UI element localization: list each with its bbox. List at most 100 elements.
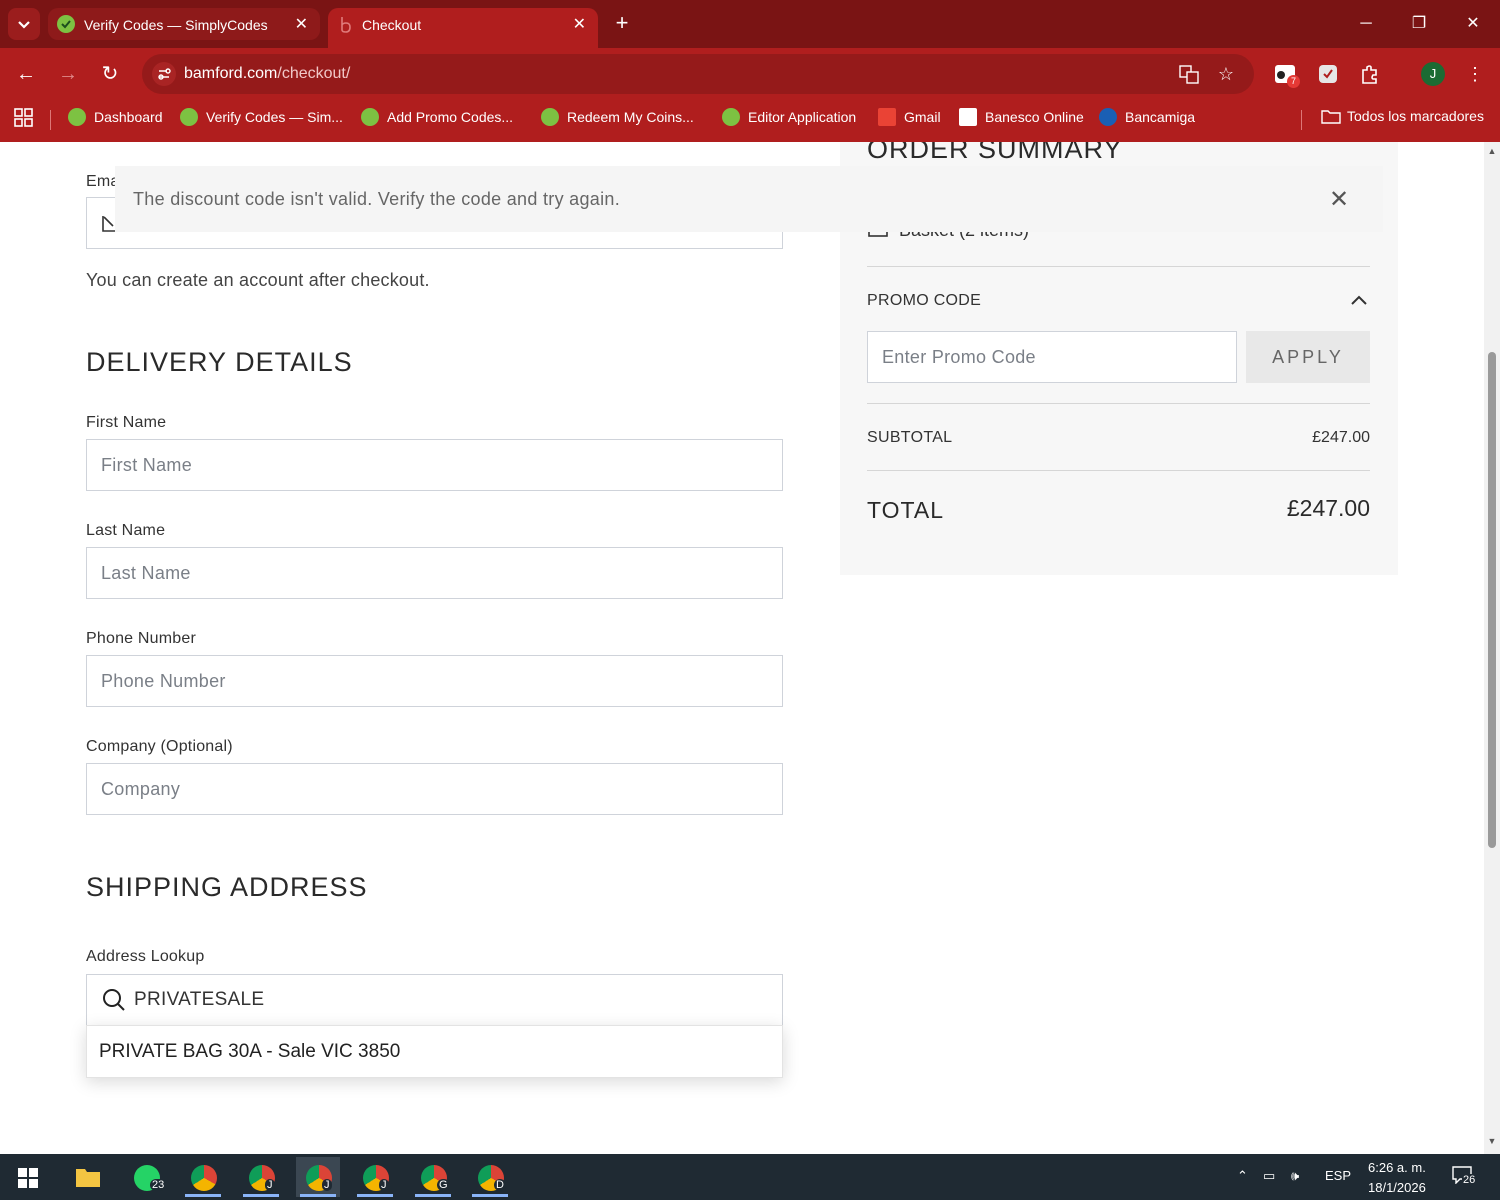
divider (867, 403, 1370, 404)
bookmark-editor-application[interactable]: Editor Application (722, 108, 856, 128)
apps-grid-icon[interactable] (14, 108, 34, 128)
simplycodes-favicon-icon (541, 108, 559, 126)
bookmark-banesco[interactable]: Banesco Online (959, 108, 1084, 128)
tray-chevron-up-icon[interactable]: ⌃ (1237, 1168, 1248, 1184)
delivery-heading: DELIVERY DETAILS (86, 347, 353, 377)
volume-icon[interactable]: 🕪 (1291, 1168, 1299, 1184)
chrome-profile-g-taskbar-button[interactable]: G (411, 1157, 455, 1197)
promo-code-label: PROMO CODE (867, 292, 982, 309)
first-name-label: First Name (86, 414, 167, 431)
close-tab-icon[interactable]: ✕ (295, 14, 308, 34)
phone-field[interactable]: Phone Number (86, 655, 783, 707)
address-lookup-label: Address Lookup (86, 948, 205, 965)
address-bar[interactable]: bamford.com/checkout/ ☆ (142, 54, 1254, 94)
new-tab-button[interactable]: + (610, 12, 634, 36)
bookmark-redeem-coins[interactable]: Redeem My Coins... (541, 108, 694, 128)
whatsapp-taskbar-button[interactable]: 23 (124, 1157, 168, 1197)
bookmark-add-promo-codes[interactable]: Add Promo Codes... (361, 108, 513, 128)
total-value: £247.00 (1286, 495, 1370, 521)
page-scrollbar[interactable]: ▲ ▼ (1484, 142, 1500, 1154)
site-settings-icon[interactable] (152, 62, 176, 86)
extensions-puzzle-icon[interactable] (1358, 62, 1382, 86)
notification-center-icon[interactable]: 26 (1452, 1166, 1482, 1190)
input-language[interactable]: ESP (1325, 1168, 1351, 1183)
scrollbar-thumb[interactable] (1488, 352, 1496, 848)
close-tab-icon[interactable]: ✕ (573, 14, 586, 34)
more-menu-icon[interactable]: ⋮ (1463, 62, 1487, 86)
bookmark-bancamiga[interactable]: Bancamiga (1099, 108, 1195, 128)
file-explorer-taskbar-button[interactable] (66, 1157, 110, 1197)
order-summary-title: ORDER SUMMARY (867, 142, 1123, 164)
account-note: You can create an account after checkout… (86, 270, 430, 290)
gmail-icon (878, 108, 896, 126)
subtotal-value: £247.00 (1312, 429, 1370, 446)
scroll-down-icon[interactable]: ▼ (1487, 1136, 1497, 1146)
folder-icon (1321, 110, 1341, 124)
tab-verify-codes[interactable]: Verify Codes — SimplyCodes ✕ (48, 8, 320, 40)
clock-time: 6:26 a. m. (1368, 1160, 1426, 1175)
simplycodes-favicon-icon (722, 108, 740, 126)
close-window-icon[interactable]: ✕ (1459, 10, 1487, 38)
translate-icon[interactable] (1178, 63, 1200, 85)
bookmark-dashboard[interactable]: Dashboard (68, 108, 163, 128)
first-name-field[interactable]: First Name (86, 439, 783, 491)
apply-button[interactable]: APPLY (1246, 331, 1370, 383)
bookmark-star-icon[interactable]: ☆ (1215, 63, 1237, 85)
company-field[interactable]: Company (86, 763, 783, 815)
last-name-field[interactable]: Last Name (86, 547, 783, 599)
clock-date: 18/1/2026 (1368, 1180, 1426, 1195)
error-toast: The discount code isn't valid. Verify th… (115, 166, 1383, 232)
shipping-heading: SHIPPING ADDRESS (86, 872, 368, 902)
running-indicator (185, 1194, 221, 1197)
simplycodes-favicon-icon (68, 108, 86, 126)
chrome-taskbar-button[interactable] (181, 1157, 225, 1197)
system-clock[interactable]: 6:26 a. m. 18/1/2026 (1368, 1158, 1426, 1198)
chevron-up-icon[interactable] (1350, 294, 1368, 306)
chevron-down-icon (18, 21, 30, 29)
chrome-profile-j2-taskbar-button[interactable]: J (353, 1157, 397, 1197)
simplycodes-extension-icon[interactable] (1316, 62, 1340, 86)
checkout-page: Ema You can create an account after chec… (0, 142, 1484, 1154)
chrome-profile-d-taskbar-button[interactable]: D (468, 1157, 512, 1197)
bookmark-separator (50, 110, 51, 130)
bookmarks-bar: Dashboard Verify Codes — Sim... Add Prom… (0, 100, 1500, 142)
minimize-icon[interactable]: ─ (1352, 10, 1380, 38)
all-bookmarks-folder[interactable]: Todos los marcadores (1321, 108, 1484, 128)
bamford-favicon-icon (341, 17, 351, 33)
address-lookup-field[interactable]: PRIVATESALE (86, 974, 783, 1026)
promo-code-input[interactable]: Enter Promo Code (867, 331, 1237, 383)
restore-icon[interactable]: ❐ (1405, 10, 1433, 38)
back-arrow-icon[interactable]: ← (12, 60, 40, 88)
address-suggestion-item[interactable]: PRIVATE BAG 30A - Sale VIC 3850 (99, 1041, 400, 1063)
simplycodes-favicon-icon (57, 15, 75, 33)
bookmark-gmail[interactable]: Gmail (878, 108, 941, 128)
running-indicator (243, 1194, 279, 1197)
bookmark-verify-codes[interactable]: Verify Codes — Sim... (180, 108, 343, 128)
reload-icon[interactable]: ↻ (96, 60, 124, 88)
tab-checkout[interactable]: Checkout ✕ (328, 8, 598, 48)
running-indicator (415, 1194, 451, 1197)
bookmark-separator (1301, 110, 1302, 130)
scroll-up-icon[interactable]: ▲ (1487, 146, 1497, 156)
error-toast-message: The discount code isn't valid. Verify th… (133, 189, 621, 209)
chrome-profile-j-active-taskbar-button[interactable]: J (296, 1157, 340, 1197)
first-name-placeholder: First Name (101, 455, 193, 475)
tab-search-button[interactable] (8, 8, 40, 40)
running-indicator (357, 1194, 393, 1197)
notification-count: 26 (1462, 1174, 1477, 1186)
chrome-profile-j-taskbar-button[interactable]: J (239, 1157, 283, 1197)
network-icon[interactable]: ▭ (1263, 1168, 1275, 1184)
windows-start-icon[interactable] (18, 1168, 38, 1188)
divider (867, 470, 1370, 471)
close-icon[interactable]: ✕ (1329, 185, 1349, 214)
url-text: bamford.com/checkout/ (184, 65, 351, 82)
forward-arrow-icon[interactable]: → (54, 60, 82, 88)
profile-avatar[interactable]: J (1421, 62, 1445, 86)
bancamiga-icon (1099, 108, 1117, 126)
address-lookup-value: PRIVATESALE (134, 989, 265, 1010)
windows-taskbar: 23 J J J G D ⌃ ▭ 🕪 ESP 6:26 a. m. 18/1/2… (0, 1154, 1500, 1200)
chrome-icon (191, 1165, 217, 1191)
whatsapp-badge: 23 (150, 1179, 167, 1191)
address-suggestion-dropdown: PRIVATE BAG 30A - Sale VIC 3850 (86, 1025, 783, 1078)
tab-title: Verify Codes — SimplyCodes (84, 17, 268, 33)
